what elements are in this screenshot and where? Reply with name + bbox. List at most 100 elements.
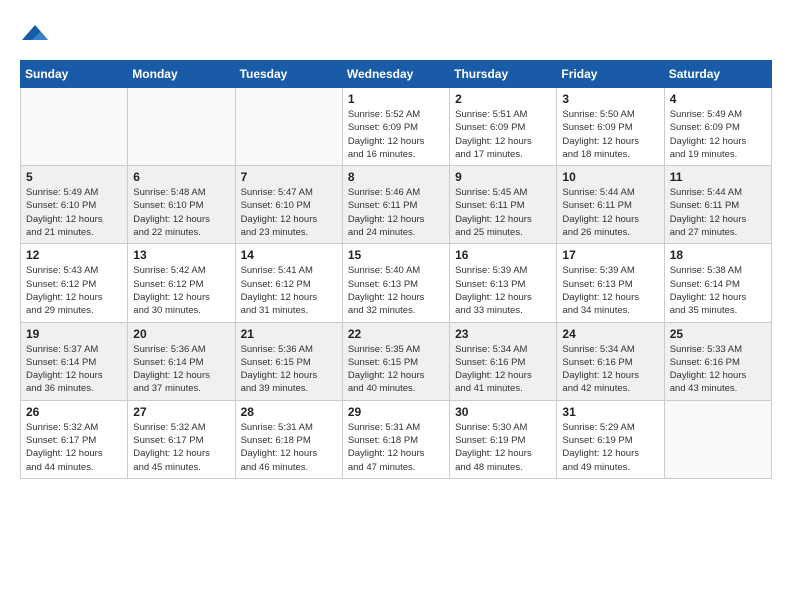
- calendar-cell: 4 Sunrise: 5:49 AM Sunset: 6:09 PM Daylig…: [664, 88, 771, 166]
- calendar-cell: 26 Sunrise: 5:32 AM Sunset: 6:17 PM Dayli…: [21, 400, 128, 478]
- calendar-cell: 7Sunrise: 5:47 AM Sunset: 6:10 PM Daylig…: [235, 166, 342, 244]
- day-number: 7: [241, 170, 337, 184]
- calendar-cell: 9 Sunrise: 5:45 AM Sunset: 6:11 PM Daylig…: [450, 166, 557, 244]
- calendar-cell: [128, 88, 235, 166]
- calendar-cell: 1 Sunrise: 5:52 AM Sunset: 6:09 PM Daylig…: [342, 88, 449, 166]
- calendar-cell: 24 Sunrise: 5:34 AM Sunset: 6:16 PM Dayli…: [557, 322, 664, 400]
- day-number: 5: [26, 170, 122, 184]
- day-number: 18: [670, 248, 766, 262]
- day-number: 13: [133, 248, 229, 262]
- day-number: 8: [348, 170, 444, 184]
- day-number: 17: [562, 248, 658, 262]
- weekday-header-row: SundayMondayTuesdayWednesdayThursdayFrid…: [21, 61, 772, 88]
- calendar-cell: 20 Sunrise: 5:36 AM Sunset: 6:14 PM Dayli…: [128, 322, 235, 400]
- day-info: Sunrise: 5:43 AM Sunset: 6:12 PM Dayligh…: [26, 264, 122, 317]
- day-number: 26: [26, 405, 122, 419]
- day-info: Sunrise: 5:42 AM Sunset: 6:12 PM Dayligh…: [133, 264, 229, 317]
- day-info: Sunrise: 5:51 AM Sunset: 6:09 PM Dayligh…: [455, 108, 551, 161]
- day-number: 20: [133, 327, 229, 341]
- weekday-header-sunday: Sunday: [21, 61, 128, 88]
- day-info: Sunrise: 5:45 AM Sunset: 6:11 PM Dayligh…: [455, 186, 551, 239]
- day-number: 22: [348, 327, 444, 341]
- day-number: 2: [455, 92, 551, 106]
- calendar-cell: 31Sunrise: 5:29 AM Sunset: 6:19 PM Dayli…: [557, 400, 664, 478]
- calendar-cell: 21Sunrise: 5:36 AM Sunset: 6:15 PM Dayli…: [235, 322, 342, 400]
- calendar-cell: 27 Sunrise: 5:32 AM Sunset: 6:17 PM Dayli…: [128, 400, 235, 478]
- calendar-cell: 3 Sunrise: 5:50 AM Sunset: 6:09 PM Daylig…: [557, 88, 664, 166]
- calendar-cell: 29 Sunrise: 5:31 AM Sunset: 6:18 PM Dayli…: [342, 400, 449, 478]
- calendar-week-row: 1 Sunrise: 5:52 AM Sunset: 6:09 PM Daylig…: [21, 88, 772, 166]
- day-info: Sunrise: 5:49 AM Sunset: 6:10 PM Dayligh…: [26, 186, 122, 239]
- day-info: Sunrise: 5:31 AM Sunset: 6:18 PM Dayligh…: [348, 421, 444, 474]
- calendar-cell: 17 Sunrise: 5:39 AM Sunset: 6:13 PM Dayli…: [557, 244, 664, 322]
- calendar-cell: 19 Sunrise: 5:37 AM Sunset: 6:14 PM Dayli…: [21, 322, 128, 400]
- calendar-cell: [235, 88, 342, 166]
- day-info: Sunrise: 5:30 AM Sunset: 6:19 PM Dayligh…: [455, 421, 551, 474]
- weekday-header-monday: Monday: [128, 61, 235, 88]
- day-number: 12: [26, 248, 122, 262]
- calendar-cell: 13 Sunrise: 5:42 AM Sunset: 6:12 PM Dayli…: [128, 244, 235, 322]
- weekday-header-friday: Friday: [557, 61, 664, 88]
- calendar-cell: 28 Sunrise: 5:31 AM Sunset: 6:18 PM Dayli…: [235, 400, 342, 478]
- day-info: Sunrise: 5:34 AM Sunset: 6:16 PM Dayligh…: [455, 343, 551, 396]
- day-number: 11: [670, 170, 766, 184]
- calendar-cell: 25 Sunrise: 5:33 AM Sunset: 6:16 PM Dayli…: [664, 322, 771, 400]
- day-info: Sunrise: 5:32 AM Sunset: 6:17 PM Dayligh…: [133, 421, 229, 474]
- day-info: Sunrise: 5:38 AM Sunset: 6:14 PM Dayligh…: [670, 264, 766, 317]
- day-info: Sunrise: 5:39 AM Sunset: 6:13 PM Dayligh…: [562, 264, 658, 317]
- calendar-cell: 14Sunrise: 5:41 AM Sunset: 6:12 PM Dayli…: [235, 244, 342, 322]
- calendar-table: SundayMondayTuesdayWednesdayThursdayFrid…: [20, 60, 772, 479]
- calendar-cell: 2 Sunrise: 5:51 AM Sunset: 6:09 PM Daylig…: [450, 88, 557, 166]
- day-number: 16: [455, 248, 551, 262]
- header: [20, 20, 772, 50]
- day-info: Sunrise: 5:52 AM Sunset: 6:09 PM Dayligh…: [348, 108, 444, 161]
- calendar-cell: 16 Sunrise: 5:39 AM Sunset: 6:13 PM Dayli…: [450, 244, 557, 322]
- day-number: 25: [670, 327, 766, 341]
- day-number: 23: [455, 327, 551, 341]
- day-number: 4: [670, 92, 766, 106]
- day-number: 14: [241, 248, 337, 262]
- calendar-week-row: 12 Sunrise: 5:43 AM Sunset: 6:12 PM Dayli…: [21, 244, 772, 322]
- calendar-cell: 23 Sunrise: 5:34 AM Sunset: 6:16 PM Dayli…: [450, 322, 557, 400]
- day-info: Sunrise: 5:40 AM Sunset: 6:13 PM Dayligh…: [348, 264, 444, 317]
- day-number: 9: [455, 170, 551, 184]
- day-info: Sunrise: 5:34 AM Sunset: 6:16 PM Dayligh…: [562, 343, 658, 396]
- day-info: Sunrise: 5:48 AM Sunset: 6:10 PM Dayligh…: [133, 186, 229, 239]
- logo: [20, 20, 54, 50]
- day-info: Sunrise: 5:49 AM Sunset: 6:09 PM Dayligh…: [670, 108, 766, 161]
- calendar-cell: 22Sunrise: 5:35 AM Sunset: 6:15 PM Dayli…: [342, 322, 449, 400]
- day-info: Sunrise: 5:36 AM Sunset: 6:14 PM Dayligh…: [133, 343, 229, 396]
- day-number: 6: [133, 170, 229, 184]
- calendar-cell: [21, 88, 128, 166]
- day-info: Sunrise: 5:44 AM Sunset: 6:11 PM Dayligh…: [562, 186, 658, 239]
- day-number: 1: [348, 92, 444, 106]
- day-number: 15: [348, 248, 444, 262]
- calendar-cell: 12 Sunrise: 5:43 AM Sunset: 6:12 PM Dayli…: [21, 244, 128, 322]
- day-info: Sunrise: 5:31 AM Sunset: 6:18 PM Dayligh…: [241, 421, 337, 474]
- day-number: 19: [26, 327, 122, 341]
- day-number: 29: [348, 405, 444, 419]
- day-number: 3: [562, 92, 658, 106]
- day-number: 10: [562, 170, 658, 184]
- calendar-cell: 30 Sunrise: 5:30 AM Sunset: 6:19 PM Dayli…: [450, 400, 557, 478]
- logo-icon: [20, 20, 50, 50]
- day-info: Sunrise: 5:50 AM Sunset: 6:09 PM Dayligh…: [562, 108, 658, 161]
- day-number: 28: [241, 405, 337, 419]
- day-info: Sunrise: 5:44 AM Sunset: 6:11 PM Dayligh…: [670, 186, 766, 239]
- day-info: Sunrise: 5:33 AM Sunset: 6:16 PM Dayligh…: [670, 343, 766, 396]
- day-info: Sunrise: 5:32 AM Sunset: 6:17 PM Dayligh…: [26, 421, 122, 474]
- calendar-cell: [664, 400, 771, 478]
- day-info: Sunrise: 5:29 AM Sunset: 6:19 PM Dayligh…: [562, 421, 658, 474]
- calendar-week-row: 19 Sunrise: 5:37 AM Sunset: 6:14 PM Dayli…: [21, 322, 772, 400]
- day-number: 30: [455, 405, 551, 419]
- day-number: 21: [241, 327, 337, 341]
- day-info: Sunrise: 5:37 AM Sunset: 6:14 PM Dayligh…: [26, 343, 122, 396]
- calendar-cell: 15 Sunrise: 5:40 AM Sunset: 6:13 PM Dayli…: [342, 244, 449, 322]
- day-info: Sunrise: 5:39 AM Sunset: 6:13 PM Dayligh…: [455, 264, 551, 317]
- page: SundayMondayTuesdayWednesdayThursdayFrid…: [0, 0, 792, 489]
- weekday-header-tuesday: Tuesday: [235, 61, 342, 88]
- calendar-cell: 18 Sunrise: 5:38 AM Sunset: 6:14 PM Dayli…: [664, 244, 771, 322]
- day-number: 27: [133, 405, 229, 419]
- weekday-header-wednesday: Wednesday: [342, 61, 449, 88]
- day-number: 24: [562, 327, 658, 341]
